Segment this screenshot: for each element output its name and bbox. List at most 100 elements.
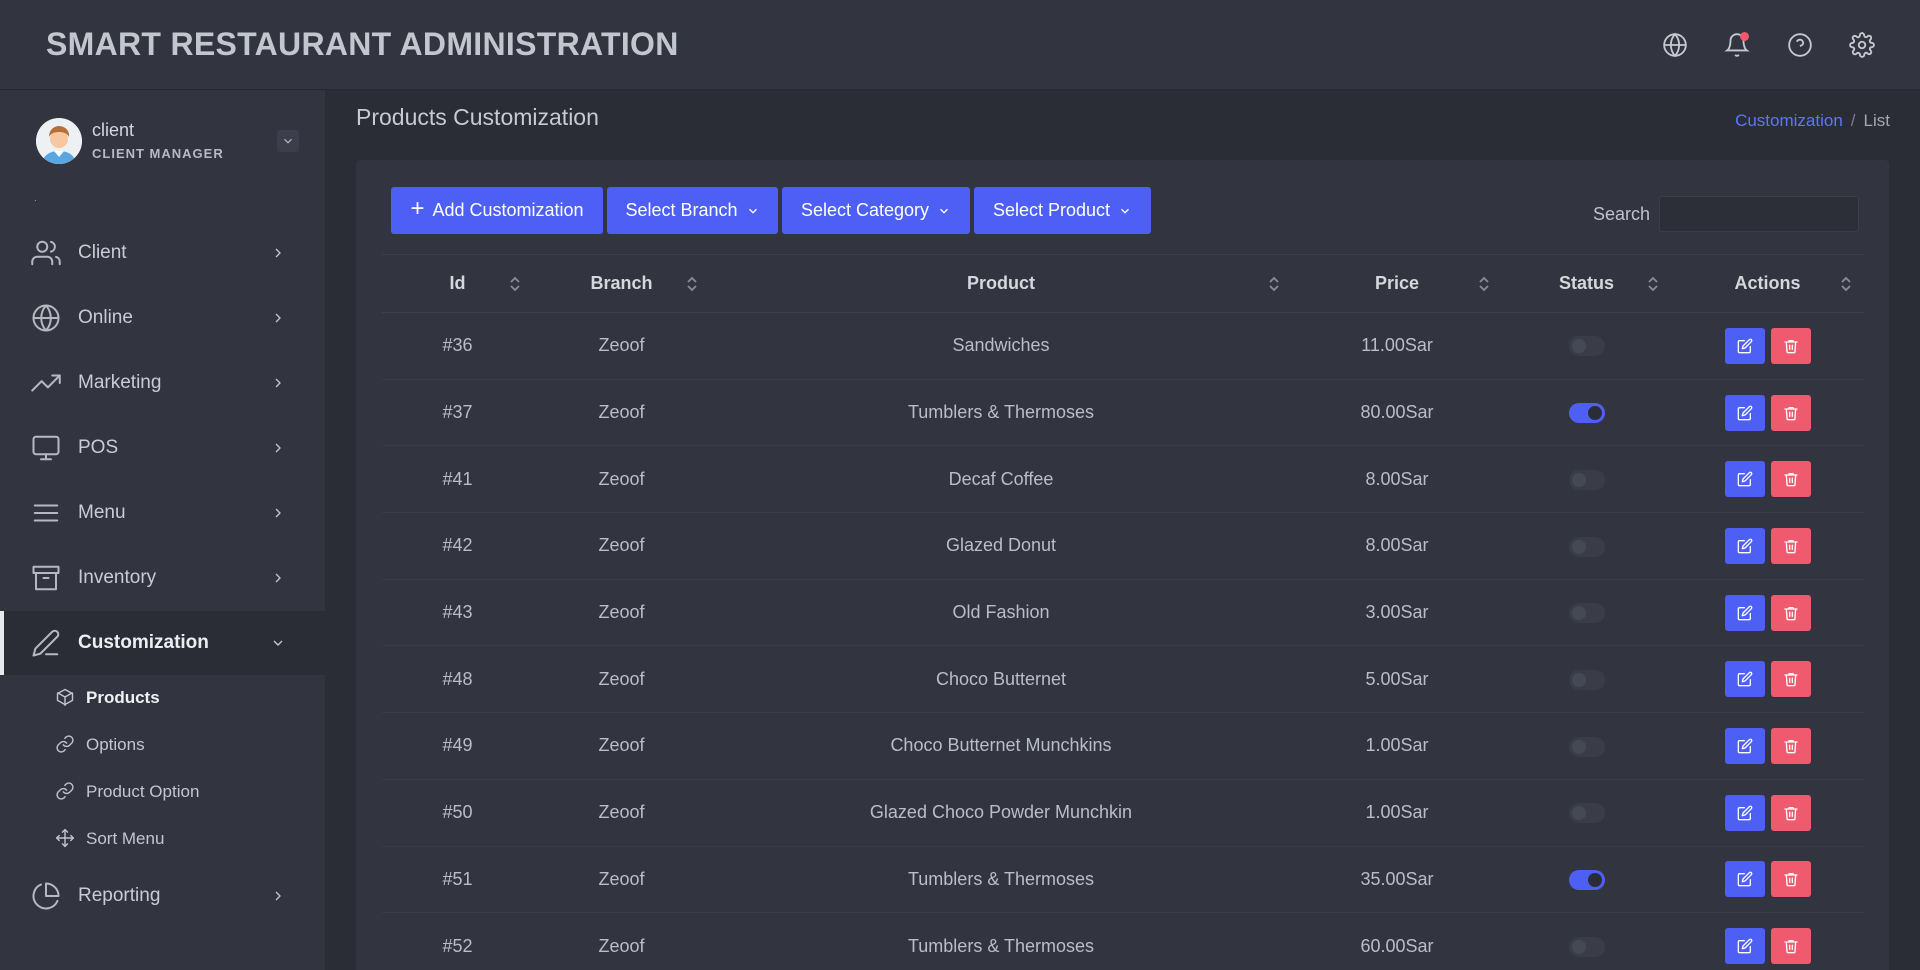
cell-status: [1502, 512, 1671, 580]
edit-button[interactable]: [1724, 461, 1765, 498]
select-product-dropdown[interactable]: Select Product: [974, 187, 1151, 234]
table-row: #48 Zeoof Choco Butternet 5.00Sar: [382, 645, 1864, 714]
sidebar-item-label: Online: [78, 307, 133, 328]
edit-button[interactable]: [1724, 327, 1765, 364]
breadcrumb-link-customization[interactable]: Customization: [1735, 111, 1843, 130]
cell-product: Tumblers & Thermoses: [710, 912, 1292, 970]
sidebar-subitem-options[interactable]: Options: [0, 723, 325, 767]
edit-icon: [1737, 871, 1752, 887]
select-category-label: Select Category: [800, 200, 930, 220]
column-header-price[interactable]: Price: [1292, 254, 1502, 313]
status-toggle[interactable]: [1568, 736, 1605, 757]
breadcrumb-current: List: [1863, 111, 1890, 130]
delete-button[interactable]: [1770, 527, 1811, 564]
sidebar-item-menu[interactable]: Menu: [0, 481, 325, 545]
gear-icon[interactable]: [1847, 30, 1877, 60]
status-toggle[interactable]: [1568, 803, 1605, 824]
select-category-dropdown[interactable]: Select Category: [782, 187, 970, 234]
sidebar-item-reporting[interactable]: Reporting: [0, 864, 325, 928]
link-icon: [55, 734, 77, 756]
sidebar-subitem-sort-menu[interactable]: Sort Menu: [0, 817, 325, 861]
edit-button[interactable]: [1724, 594, 1765, 631]
status-toggle[interactable]: [1568, 536, 1605, 557]
status-toggle[interactable]: [1568, 469, 1605, 490]
globe-icon: [30, 302, 62, 334]
pen-icon: [30, 627, 62, 659]
edit-button[interactable]: [1724, 794, 1765, 831]
sort-icon: [1647, 275, 1659, 293]
cell-status: [1502, 645, 1671, 714]
add-customization-button[interactable]: + Add Customization: [391, 187, 603, 234]
chevron-down-icon: [940, 208, 948, 214]
cell-status: [1502, 846, 1671, 914]
status-toggle[interactable]: [1568, 403, 1605, 424]
column-header-branch[interactable]: Branch: [533, 254, 710, 313]
cell-actions: [1671, 512, 1864, 580]
sidebar-item-marketing[interactable]: Marketing: [0, 351, 325, 415]
trash-icon: [1783, 940, 1798, 954]
edit-button[interactable]: [1724, 928, 1765, 965]
status-toggle[interactable]: [1568, 336, 1605, 357]
chevron-down-icon: [1121, 208, 1129, 214]
delete-button[interactable]: [1770, 461, 1811, 498]
users-icon: [30, 237, 62, 269]
sidebar-item-customization[interactable]: Customization: [0, 611, 325, 675]
edit-button[interactable]: [1724, 727, 1765, 764]
status-toggle[interactable]: [1568, 669, 1605, 690]
delete-button[interactable]: [1770, 861, 1811, 898]
cell-id: #42: [382, 512, 533, 580]
cell-branch: Zeoof: [533, 379, 710, 447]
select-branch-dropdown[interactable]: Select Branch: [607, 187, 778, 234]
user-menu-toggle[interactable]: [277, 130, 299, 152]
cell-status: [1502, 912, 1671, 970]
cell-product: Sandwiches: [710, 312, 1292, 380]
sidebar-item-label: Customization: [78, 632, 209, 653]
delete-button[interactable]: [1770, 727, 1811, 764]
trash-icon: [1783, 806, 1798, 820]
delete-button[interactable]: [1770, 928, 1811, 965]
status-toggle[interactable]: [1568, 936, 1605, 957]
edit-button[interactable]: [1724, 661, 1765, 698]
cell-id: #37: [382, 379, 533, 447]
column-header-status[interactable]: Status: [1502, 254, 1671, 313]
cell-status: [1502, 712, 1671, 780]
status-toggle[interactable]: [1568, 603, 1605, 624]
table-row: #49 Zeoof Choco Butternet Munchkins 1.00Sar: [382, 712, 1864, 780]
cell-branch: Zeoof: [533, 846, 710, 914]
column-header-actions[interactable]: Actions: [1671, 254, 1864, 313]
edit-button[interactable]: [1724, 527, 1765, 564]
table-row: #50 Zeoof Glazed Choco Powder Munchkin 1.00…: [382, 779, 1864, 847]
sidebar-item-online[interactable]: Online: [0, 286, 325, 350]
delete-button[interactable]: [1770, 661, 1811, 698]
sidebar-item-client[interactable]: Client: [0, 221, 325, 285]
cell-actions: [1671, 579, 1864, 647]
add-customization-label: Add Customization: [432, 200, 584, 220]
globe-icon[interactable]: [1660, 30, 1690, 60]
edit-button[interactable]: [1724, 861, 1765, 898]
edit-icon: [1737, 538, 1752, 554]
delete-button[interactable]: [1770, 394, 1811, 431]
sidebar-item-inventory[interactable]: Inventory: [0, 546, 325, 610]
edit-button[interactable]: [1724, 394, 1765, 431]
help-icon[interactable]: [1785, 30, 1815, 60]
sidebar-item-pos[interactable]: POS: [0, 416, 325, 480]
bell-icon[interactable]: [1722, 30, 1752, 60]
delete-button[interactable]: [1770, 794, 1811, 831]
delete-button[interactable]: [1770, 327, 1811, 364]
sidebar-subitem-product-option[interactable]: Product Option: [0, 770, 325, 814]
cell-status: [1502, 379, 1671, 447]
cell-product: Tumblers & Thermoses: [710, 846, 1292, 914]
sidebar-subitem-label: Options: [86, 735, 145, 754]
delete-button[interactable]: [1770, 594, 1811, 631]
sort-icon: [1478, 275, 1490, 293]
cell-product: Glazed Choco Powder Munchkin: [710, 779, 1292, 847]
column-header-product[interactable]: Product: [710, 254, 1292, 313]
user-profile: client CLIENT MANAGER: [36, 118, 306, 168]
cell-branch: Zeoof: [533, 512, 710, 580]
column-header-id[interactable]: Id: [382, 254, 533, 313]
sidebar-subitem-products[interactable]: Products: [0, 676, 325, 720]
cell-id: #51: [382, 846, 533, 914]
search-input[interactable]: [1659, 196, 1859, 232]
status-toggle[interactable]: [1568, 869, 1605, 890]
link-icon: [55, 781, 77, 803]
